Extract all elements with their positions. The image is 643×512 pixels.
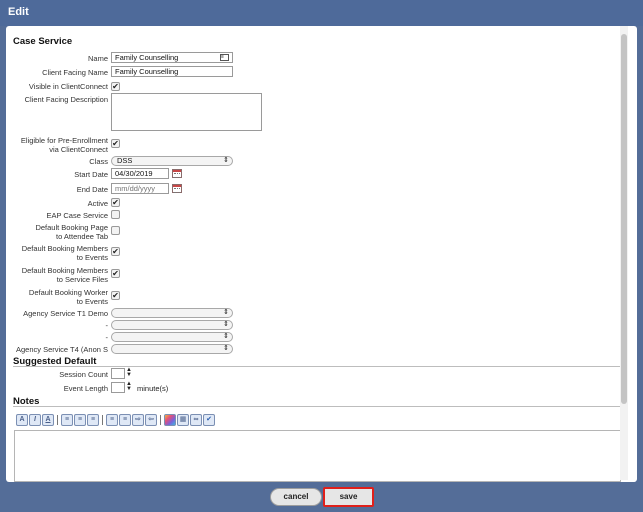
client-facing-description-textarea[interactable] bbox=[111, 93, 262, 131]
toolbar-separator bbox=[160, 415, 161, 425]
class-value: DSS bbox=[117, 156, 133, 165]
eligible-label-line1: Eligible for Pre-Enrollment bbox=[20, 136, 108, 145]
align-right-icon[interactable]: ≡ bbox=[87, 414, 99, 426]
end-date-input[interactable] bbox=[111, 183, 169, 194]
eap-case-service-label: EAP Case Service bbox=[46, 211, 108, 220]
vertical-scrollbar[interactable] bbox=[620, 26, 628, 480]
class-select[interactable]: DSS ⇕ bbox=[111, 156, 233, 166]
eap-case-service-checkbox[interactable] bbox=[111, 210, 120, 219]
client-facing-name-value: Family Counselling bbox=[115, 67, 179, 76]
indent-icon[interactable]: ⇨ bbox=[132, 414, 144, 426]
session-count-stepper-icon[interactable]: ▲ ▼ bbox=[126, 367, 132, 379]
agency-t2-label: - bbox=[105, 321, 109, 330]
visible-clientconnect-checkbox[interactable]: ✔ bbox=[111, 82, 120, 91]
event-length-stepper-icon[interactable]: ▲ ▼ bbox=[126, 381, 132, 393]
start-date-input[interactable]: 04/30/2019 bbox=[111, 168, 169, 179]
booking-worker-line2: to Events bbox=[76, 297, 108, 306]
select-arrows-icon: ⇕ bbox=[223, 333, 229, 340]
window-title: Edit bbox=[8, 6, 29, 18]
bold-icon[interactable]: A bbox=[16, 414, 28, 426]
spellcheck-icon[interactable]: ✔ bbox=[203, 414, 215, 426]
notes-editor[interactable] bbox=[14, 430, 621, 482]
booking-worker-checkbox[interactable]: ✔ bbox=[111, 291, 120, 300]
outdent-icon[interactable]: ⇦ bbox=[145, 414, 157, 426]
event-length-label: Event Length bbox=[63, 384, 108, 393]
eligible-pre-enrollment-checkbox[interactable]: ✔ bbox=[111, 139, 120, 148]
end-date-label: End Date bbox=[76, 185, 108, 194]
divider bbox=[13, 366, 621, 367]
booking-members-events-line1: Default Booking Members bbox=[21, 244, 108, 253]
end-date-calendar-icon[interactable] bbox=[172, 184, 182, 193]
booking-members-events-checkbox[interactable]: ✔ bbox=[111, 247, 120, 256]
align-center-icon[interactable]: ≡ bbox=[74, 414, 86, 426]
booking-members-events-label: Default Booking Members to Events bbox=[6, 244, 108, 262]
align-left-icon[interactable]: ≡ bbox=[61, 414, 73, 426]
booking-page-label-line2: to Attendee Tab bbox=[56, 232, 108, 241]
session-count-label: Session Count bbox=[59, 370, 108, 379]
booking-worker-line1: Default Booking Worker bbox=[28, 288, 108, 297]
select-arrows-icon: ⇕ bbox=[223, 345, 229, 352]
scrollbar-thumb[interactable] bbox=[621, 34, 627, 404]
booking-members-files-label: Default Booking Members to Service Files bbox=[6, 266, 108, 284]
numbered-list-icon[interactable]: ≡ bbox=[119, 414, 131, 426]
table-icon[interactable]: ▦ bbox=[177, 414, 189, 426]
color-picker-icon[interactable] bbox=[164, 414, 176, 426]
divider bbox=[13, 406, 621, 407]
cancel-button[interactable]: cancel bbox=[270, 488, 322, 506]
event-length-input[interactable] bbox=[111, 382, 125, 393]
agency-t1-select[interactable]: ⇕ bbox=[111, 308, 233, 318]
visible-clientconnect-label: Visible in ClientConnect bbox=[28, 82, 108, 91]
toolbar-separator bbox=[57, 415, 58, 425]
select-arrows-icon: ⇕ bbox=[223, 321, 229, 328]
agency-t4-select[interactable]: ⇕ bbox=[111, 344, 233, 354]
agency-t1-label: Agency Service T1 Demo bbox=[23, 309, 108, 318]
bullet-list-icon[interactable]: ≡ bbox=[106, 414, 118, 426]
session-count-input[interactable] bbox=[111, 368, 125, 379]
link-icon[interactable]: ∞ bbox=[190, 414, 202, 426]
agency-t4-label: Agency Service T4 (Anon S bbox=[16, 345, 108, 354]
client-facing-name-label: Client Facing Name bbox=[42, 68, 108, 77]
card-icon[interactable]: ≡ bbox=[220, 54, 229, 61]
underline-icon[interactable]: A bbox=[42, 414, 54, 426]
name-value: Family Counselling bbox=[115, 53, 179, 62]
active-checkbox[interactable]: ✔ bbox=[111, 198, 120, 207]
start-date-label: Start Date bbox=[74, 170, 108, 179]
start-date-value: 04/30/2019 bbox=[115, 169, 153, 178]
start-date-calendar-icon[interactable] bbox=[172, 169, 182, 178]
agency-t2-select[interactable]: ⇕ bbox=[111, 320, 233, 330]
booking-members-files-checkbox[interactable]: ✔ bbox=[111, 269, 120, 278]
select-arrows-icon: ⇕ bbox=[223, 157, 229, 164]
class-label: Class bbox=[89, 157, 108, 166]
booking-page-checkbox[interactable] bbox=[111, 226, 120, 235]
booking-members-files-line1: Default Booking Members bbox=[21, 266, 108, 275]
save-button[interactable]: save bbox=[323, 487, 374, 507]
agency-t3-label: - bbox=[105, 333, 109, 342]
booking-members-files-line2: to Service Files bbox=[56, 275, 108, 284]
agency-t3-select[interactable]: ⇕ bbox=[111, 332, 233, 342]
toolbar-separator bbox=[102, 415, 103, 425]
booking-page-label: Default Booking Page to Attendee Tab bbox=[6, 223, 108, 241]
name-label: Name bbox=[87, 54, 108, 63]
name-input[interactable]: Family Counselling ≡ bbox=[111, 52, 233, 63]
notes-toolbar: A I A ≡ ≡ ≡ ≡ ≡ ⇨ ⇦ ▦ ∞ ✔ bbox=[16, 414, 266, 427]
select-arrows-icon: ⇕ bbox=[223, 309, 229, 316]
italic-icon[interactable]: I bbox=[29, 414, 41, 426]
client-facing-description-label: Client Facing Description bbox=[24, 95, 108, 104]
booking-page-label-line1: Default Booking Page bbox=[35, 223, 108, 232]
booking-worker-label: Default Booking Worker to Events bbox=[6, 288, 108, 306]
client-facing-name-input[interactable]: Family Counselling bbox=[111, 66, 233, 77]
window-title-bar: Edit bbox=[0, 0, 643, 26]
active-label: Active bbox=[87, 199, 108, 208]
edit-panel: Case Service Name Family Counselling ≡ C… bbox=[6, 26, 637, 482]
eligible-label-line2: via ClientConnect bbox=[49, 145, 108, 154]
section-title-case-service: Case Service bbox=[13, 36, 73, 47]
event-length-unit: minute(s) bbox=[137, 384, 169, 393]
eligible-pre-enrollment-label: Eligible for Pre-Enrollment via ClientCo… bbox=[6, 136, 108, 154]
booking-members-events-line2: to Events bbox=[76, 253, 108, 262]
